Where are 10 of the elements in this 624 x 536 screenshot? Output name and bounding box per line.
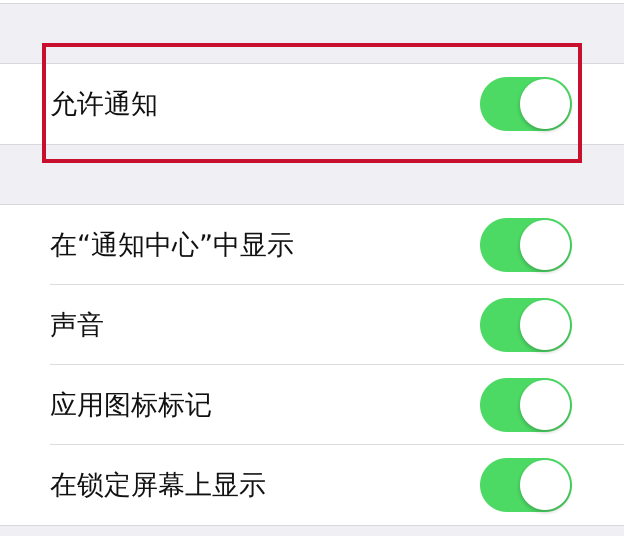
setting-label: 在“通知中心”中显示 [50, 229, 294, 263]
toggle-switch[interactable] [480, 77, 572, 131]
toggle-switch[interactable] [480, 458, 572, 512]
setting-label: 声音 [50, 309, 104, 343]
toggle-switch[interactable] [480, 378, 572, 432]
setting-label: 应用图标标记 [50, 389, 212, 423]
setting-label: 在锁定屏幕上显示 [50, 469, 266, 503]
setting-label: 允许通知 [50, 88, 158, 122]
toggle-switch[interactable] [480, 218, 572, 272]
toggle-switch[interactable] [480, 298, 572, 352]
